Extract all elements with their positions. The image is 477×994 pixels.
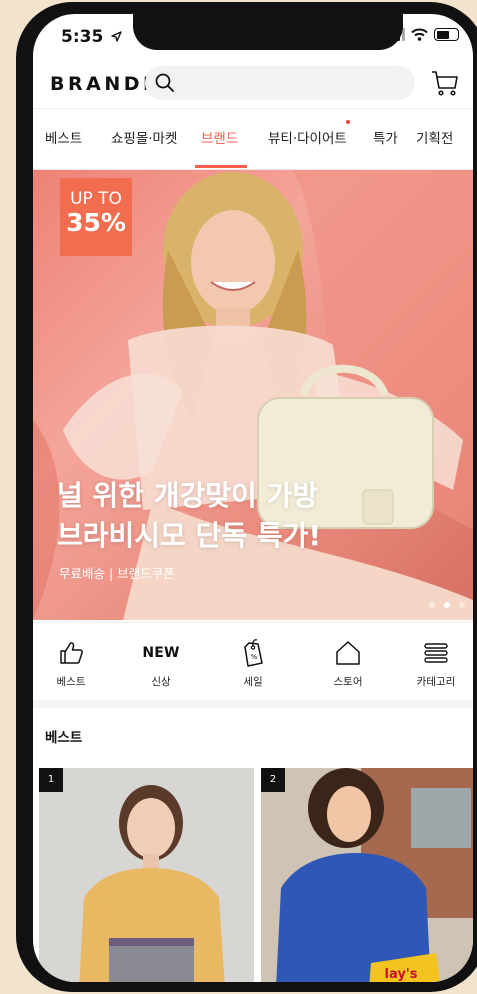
tab-best[interactable]: 베스트: [45, 127, 82, 147]
product-card[interactable]: 2 lay's: [261, 768, 473, 982]
price-tag-icon: %: [244, 639, 263, 667]
banner-title: 널 위한 개강맞이 가방 브라비시모 단독 특가!: [57, 479, 322, 552]
banner-subtitle: 무료배송 | 브랜드쿠폰: [59, 566, 175, 581]
tab-brand[interactable]: 브랜드: [201, 127, 238, 147]
product-image: lay's: [276, 768, 473, 982]
category-tabs: 베스트 쇼핑몰·마켓 브랜드 뷰티·다이어트 특가 기획전: [33, 108, 473, 170]
product-card[interactable]: 1: [39, 768, 254, 982]
brand-logo[interactable]: BRANDI: [50, 73, 154, 95]
location-arrow-icon: [111, 31, 122, 42]
carousel-dot[interactable]: [459, 602, 465, 608]
tab-promotions[interactable]: 기획전: [416, 127, 453, 147]
tab-special-price[interactable]: 특가: [373, 127, 398, 147]
quick-menu-category[interactable]: 카테고리: [406, 637, 466, 689]
app-header: BRANDI: [33, 64, 473, 104]
wifi-icon: [411, 28, 428, 41]
notch: [133, 14, 403, 50]
status-time: 5:35: [61, 27, 122, 47]
home-icon: [336, 641, 360, 665]
new-icon: NEW: [142, 645, 180, 661]
rank-badge: 1: [39, 768, 63, 792]
cart-icon[interactable]: [431, 69, 459, 97]
discount-badge: UP TO 35%: [60, 178, 132, 256]
quick-menu-sale[interactable]: % 세일: [223, 637, 283, 689]
carousel-dot-active[interactable]: [444, 602, 450, 608]
quick-menu-store[interactable]: 스토어: [318, 637, 378, 689]
svg-text:%: %: [251, 653, 258, 661]
carousel-indicator[interactable]: [429, 602, 465, 608]
product-snack-logo: lay's: [384, 967, 417, 982]
quick-menu-new[interactable]: NEW 신상: [131, 637, 191, 689]
rank-badge: 2: [261, 768, 285, 792]
best-section-title: 베스트: [45, 730, 83, 746]
menu-icon: [424, 643, 448, 663]
battery-icon: [434, 28, 459, 41]
thumbs-up-icon: [60, 642, 83, 664]
tab-shoppingmall-market[interactable]: 쇼핑몰·마켓: [111, 127, 177, 147]
tab-beauty-diet[interactable]: 뷰티·다이어트: [268, 127, 347, 147]
active-tab-indicator: [195, 165, 247, 168]
product-image: [79, 785, 225, 982]
promo-banner[interactable]: UP TO 35% 널 위한 개강맞이 가방 브라비시모 단독 특가! 무료배송…: [33, 170, 473, 620]
search-input[interactable]: [145, 66, 415, 100]
new-dot-badge: [346, 120, 350, 124]
search-icon: [155, 73, 174, 92]
carousel-dot[interactable]: [429, 602, 435, 608]
quick-menu-best[interactable]: 베스트: [41, 637, 101, 689]
quick-menu: 베스트 NEW 신상 % 세일 스토어 카테고리: [33, 622, 473, 708]
phone-screen: 5:35 BRANDI 베스트 쇼핑몰·마켓 브랜드 뷰티·다이어트 특가 기획…: [33, 14, 473, 982]
